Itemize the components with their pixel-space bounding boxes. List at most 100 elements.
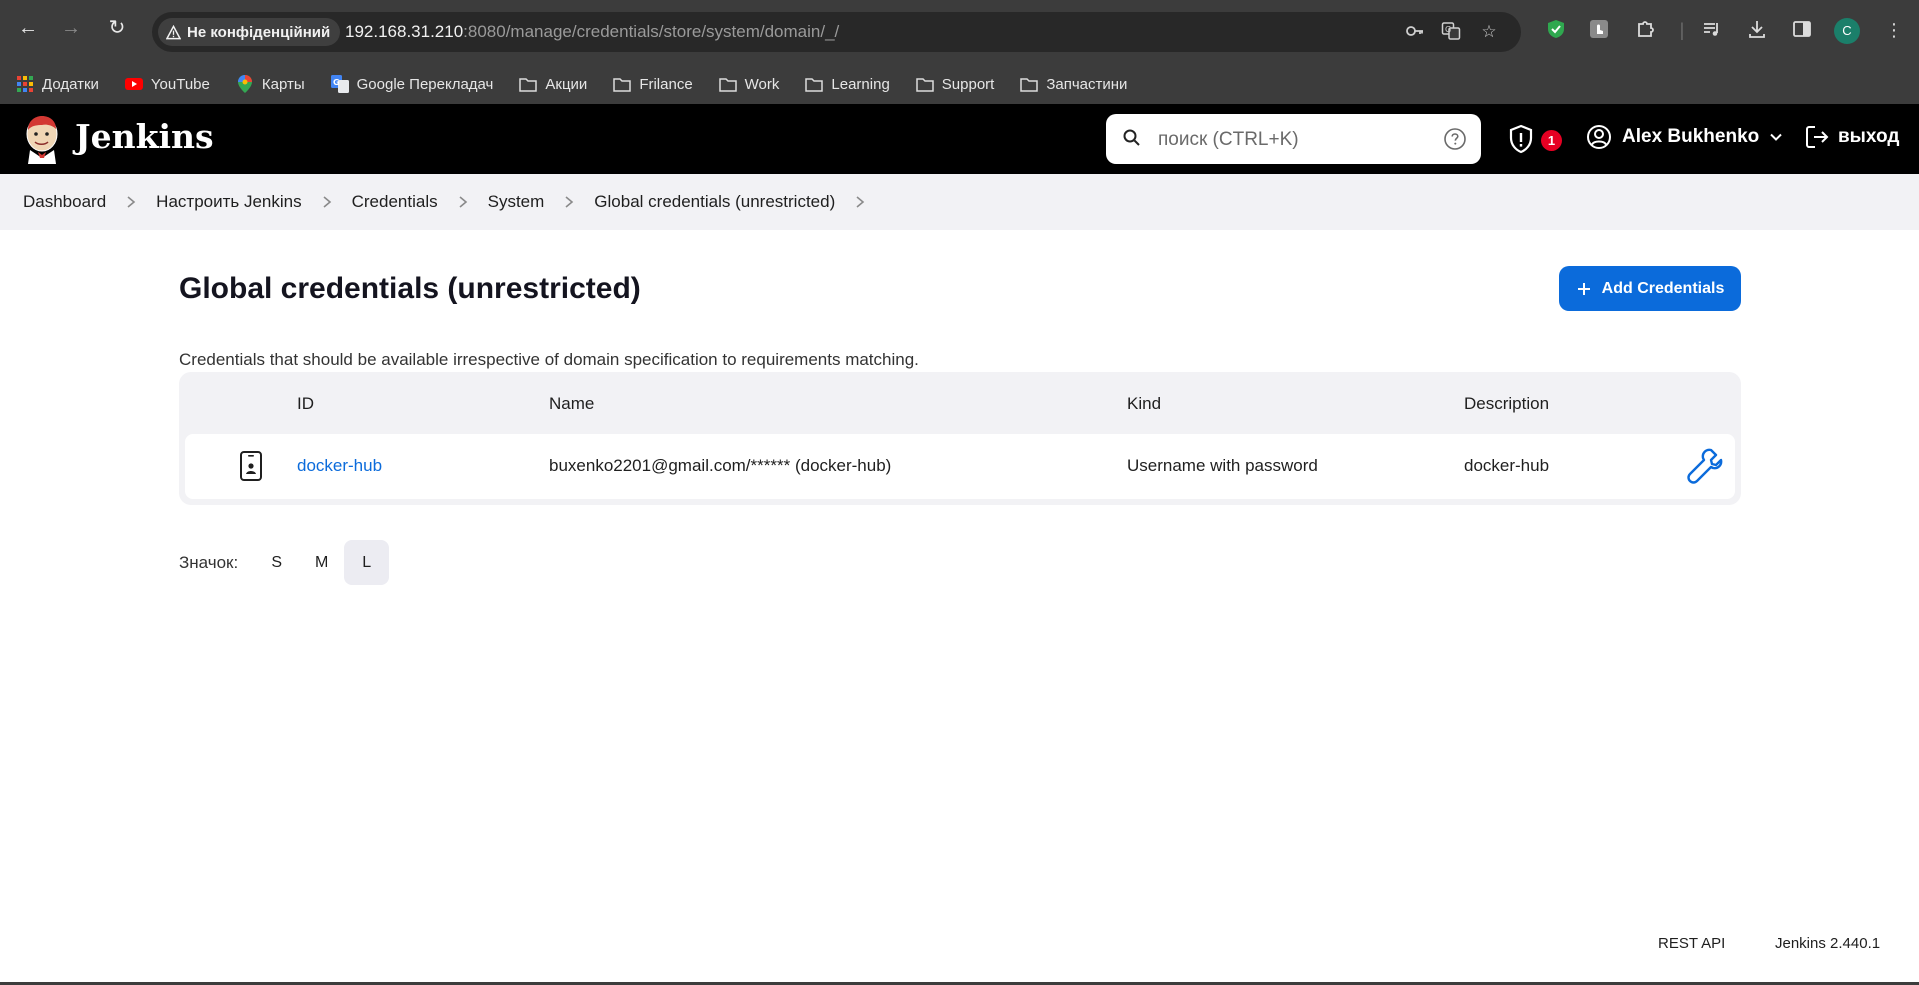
bookmark-label: Frilance <box>639 75 693 93</box>
bookmark-folder-work[interactable]: Work <box>718 70 780 98</box>
breadcrumb: Dashboard Настроить Jenkins Credentials … <box>0 174 1919 230</box>
credential-kind: Username with password <box>1127 456 1318 475</box>
search-box[interactable]: поиск (CTRL+K) <box>1106 114 1481 164</box>
wrench-icon[interactable] <box>1685 446 1723 486</box>
url-host: 192.168.31.210 <box>345 22 464 41</box>
maps-pin-icon <box>236 75 254 93</box>
credential-description: docker-hub <box>1464 456 1550 475</box>
bookmark-folder-akcii[interactable]: Акции <box>519 70 587 98</box>
table-row: docker-hub buxenko2201@gmail.com/****** … <box>185 434 1735 499</box>
profile-avatar[interactable]: C <box>1834 18 1860 44</box>
icon-size-s[interactable]: S <box>254 540 299 585</box>
page-title: Global credentials (unrestricted) <box>179 272 641 305</box>
security-shield-icon[interactable] <box>1508 124 1534 154</box>
folder-icon <box>519 75 538 93</box>
breadcrumb-credentials[interactable]: Credentials <box>352 192 438 212</box>
extensions-puzzle-icon[interactable] <box>1634 18 1658 42</box>
folder-icon <box>1020 75 1039 93</box>
plus-icon <box>1577 282 1590 295</box>
page-description: Credentials that should be available irr… <box>179 350 919 369</box>
breadcrumb-system[interactable]: System <box>488 192 545 212</box>
bookmark-apps[interactable]: Додатки <box>16 70 99 98</box>
rest-api-link[interactable]: REST API <box>1658 935 1725 952</box>
column-header-description[interactable]: Description <box>1464 394 1549 414</box>
search-placeholder: поиск (CTRL+K) <box>1158 129 1299 150</box>
toolbar-divider: | <box>1679 20 1685 40</box>
bookmark-maps[interactable]: Карты <box>236 70 305 98</box>
back-arrow-icon[interactable]: ← <box>16 16 40 40</box>
bookmark-folder-zapchastini[interactable]: Запчастини <box>1020 70 1127 98</box>
bookmark-star-icon[interactable]: ☆ <box>1478 21 1500 43</box>
download-icon[interactable] <box>1745 18 1769 42</box>
credential-id-link[interactable]: docker-hub <box>297 456 382 476</box>
forward-arrow-icon[interactable]: → <box>59 16 83 40</box>
breadcrumb-manage-jenkins[interactable]: Настроить Jenkins <box>156 192 301 212</box>
logout-icon <box>1806 126 1829 148</box>
column-header-kind[interactable]: Kind <box>1127 394 1161 414</box>
credentials-table: ID Name Kind Description docker-hub buxe… <box>179 372 1741 505</box>
translate-page-icon[interactable]: G <box>1440 21 1462 43</box>
url-path: :8080/manage/credentials/store/system/do… <box>463 22 840 41</box>
browser-toolbar: ← → ↻ Не конфіденційний 192.168.31.210:8… <box>0 0 1919 64</box>
shield-extension-icon[interactable] <box>1544 18 1568 42</box>
user-menu[interactable]: Alex Bukhenko <box>1586 124 1783 150</box>
jenkins-version-link[interactable]: Jenkins 2.440.1 <box>1775 935 1880 952</box>
bookmark-youtube[interactable]: YouTube <box>124 70 210 98</box>
column-header-name[interactable]: Name <box>549 394 594 414</box>
icon-size-m[interactable]: M <box>299 540 344 585</box>
bookmark-label: YouTube <box>150 75 210 93</box>
bookmark-label: Support <box>941 75 995 93</box>
jenkins-butler-logo[interactable] <box>22 114 62 164</box>
credential-type-icon <box>240 451 262 481</box>
youtube-icon <box>124 75 143 93</box>
not-secure-chip[interactable]: Не конфіденційний <box>158 18 341 46</box>
chevron-right-icon[interactable] <box>564 195 574 209</box>
jenkins-title[interactable]: Jenkins <box>75 117 214 156</box>
breadcrumb-global-credentials[interactable]: Global credentials (unrestricted) <box>594 192 835 212</box>
apps-grid-icon <box>16 75 34 93</box>
chevron-right-icon[interactable] <box>322 195 332 209</box>
media-playlist-icon[interactable] <box>1700 18 1724 42</box>
user-avatar-icon <box>1587 125 1611 149</box>
bookmark-label: Google Перекладач <box>356 75 494 93</box>
jenkins-header: Jenkins поиск (CTRL+K) 1 Alex Bukhenko в… <box>0 104 1919 174</box>
icon-size-label: Значок: <box>179 552 239 572</box>
add-credentials-button[interactable]: Add Credentials <box>1559 266 1741 311</box>
svg-text:G: G <box>1445 25 1451 34</box>
bookmark-translate[interactable]: G Google Перекладач <box>330 70 494 98</box>
logout-button[interactable]: выход <box>1804 124 1899 150</box>
credential-name: buxenko2201@gmail.com/****** (docker-hub… <box>549 456 892 475</box>
logout-label: выход <box>1838 126 1900 147</box>
icon-size-l[interactable]: L <box>344 540 390 585</box>
column-header-id[interactable]: ID <box>297 394 314 414</box>
bookmark-folder-learning[interactable]: Learning <box>805 70 890 98</box>
chevron-right-icon[interactable] <box>855 195 865 209</box>
browser-menu-icon[interactable]: ⋮ <box>1882 18 1906 42</box>
folder-icon <box>718 75 737 93</box>
bookmark-label: Акции <box>545 75 588 93</box>
bookmark-label: Карты <box>261 75 305 93</box>
not-secure-label: Не конфіденційний <box>187 23 331 41</box>
bookmark-label: Work <box>744 75 780 93</box>
url-text[interactable]: 192.168.31.210:8080/manage/credentials/s… <box>345 22 839 42</box>
address-bar[interactable]: Не конфіденційний 192.168.31.210:8080/ma… <box>152 12 1521 52</box>
translate-icon: G <box>330 75 349 93</box>
reload-icon[interactable]: ↻ <box>105 16 129 40</box>
bookmark-label: Запчастини <box>1046 75 1128 93</box>
bookmark-folder-frilance[interactable]: Frilance <box>613 70 693 98</box>
bookmark-label: Додатки <box>42 75 99 93</box>
chevron-down-icon <box>1770 133 1782 141</box>
bookmark-folder-support[interactable]: Support <box>916 70 995 98</box>
side-panel-icon[interactable] <box>1790 18 1814 42</box>
chevron-right-icon[interactable] <box>458 195 468 209</box>
user-name: Alex Bukhenko <box>1622 126 1760 147</box>
bookmark-label: Learning <box>831 75 890 93</box>
icon-size-selector: Значок: S M L <box>179 540 390 585</box>
bookmarks-bar: Додатки YouTube Карты G Google Переклада… <box>0 64 1919 104</box>
touch-extension-icon[interactable] <box>1587 18 1611 42</box>
help-icon[interactable] <box>1443 127 1467 151</box>
breadcrumb-dashboard[interactable]: Dashboard <box>23 192 106 212</box>
chevron-right-icon[interactable] <box>126 195 136 209</box>
security-badge: 1 <box>1541 130 1562 151</box>
key-icon[interactable] <box>1404 21 1426 43</box>
